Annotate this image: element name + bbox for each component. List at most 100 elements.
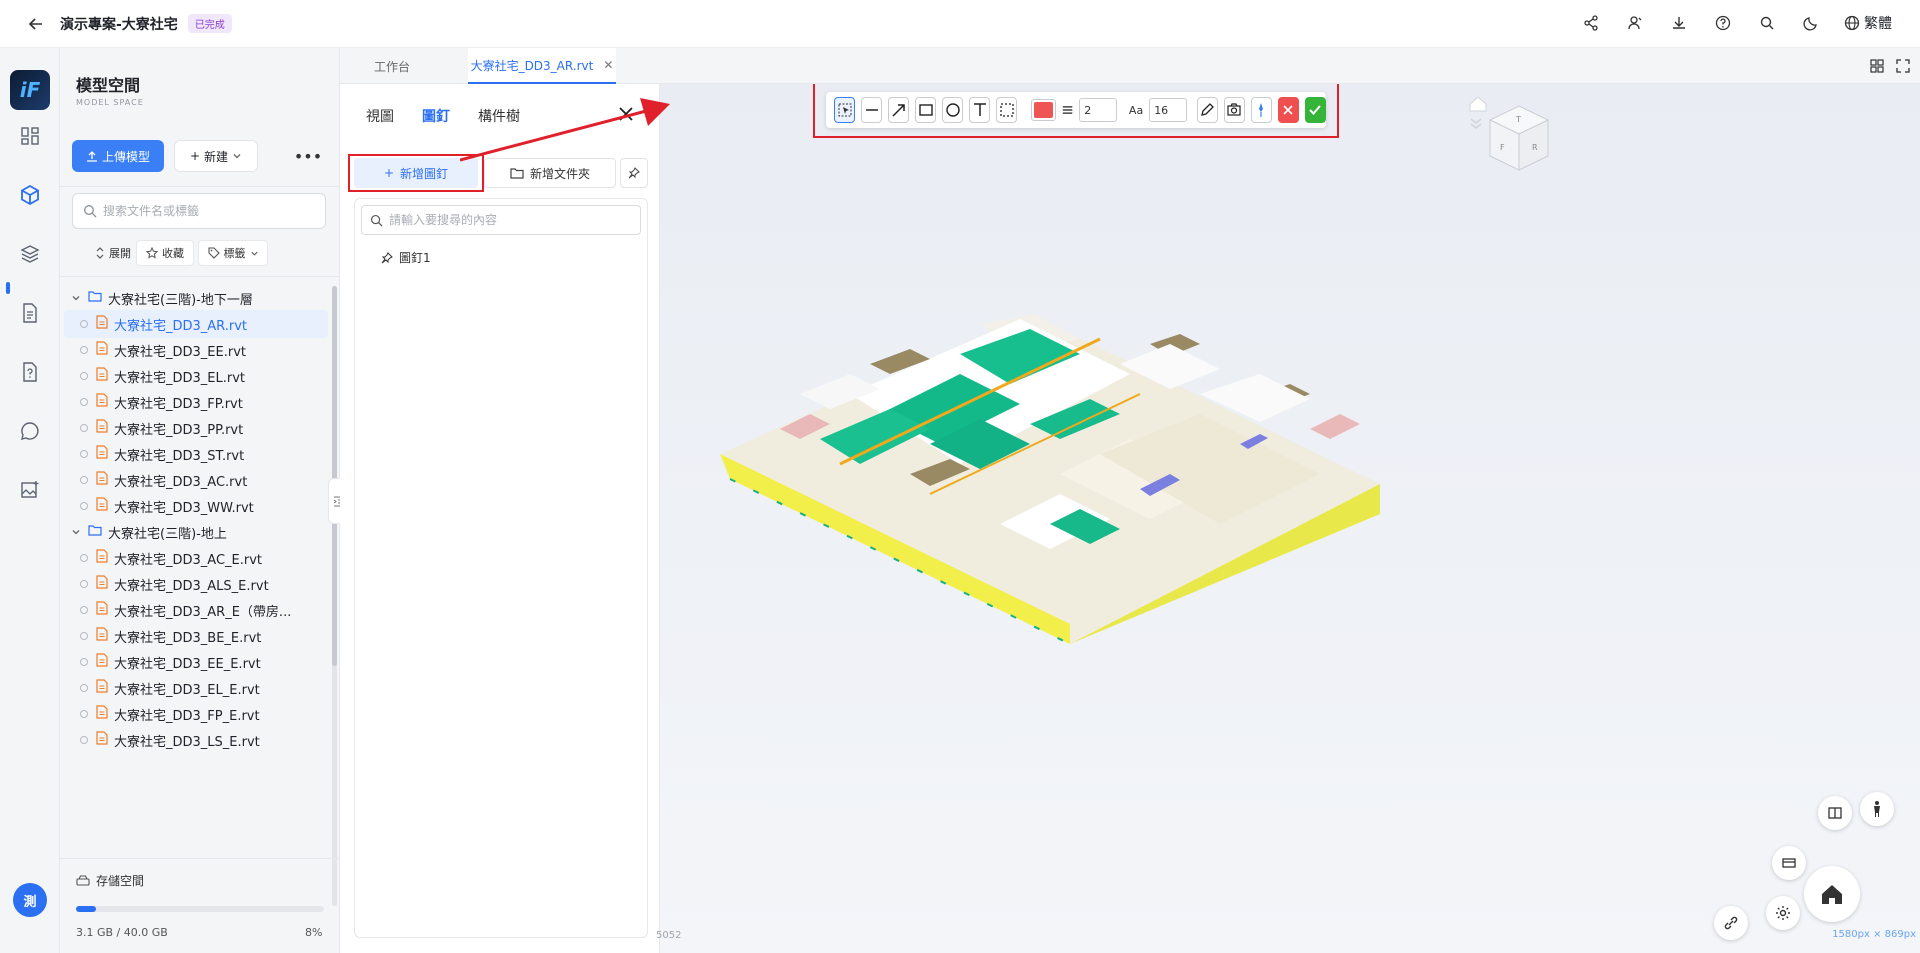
eraser-tool-button[interactable] xyxy=(1196,97,1218,123)
tab-view[interactable]: 視圖 xyxy=(366,106,394,126)
tab-workbench[interactable]: 工作台 xyxy=(340,48,444,84)
chevron-down-icon[interactable] xyxy=(70,293,82,303)
share-icon[interactable] xyxy=(1580,12,1602,34)
status-dot xyxy=(80,320,88,328)
status-dot xyxy=(80,476,88,484)
file-row[interactable]: 大寮社宅_DD3_FP_E.rvt xyxy=(64,700,328,728)
file-icon xyxy=(96,341,108,359)
document-tabs: 工作台 大寮社宅_DD3_AR.rvt ✕ xyxy=(340,48,1920,84)
file-row[interactable]: 大寮社宅_DD3_AR_E（帶房... xyxy=(64,596,328,624)
file-row[interactable]: 大寮社宅_DD3_ST.rvt xyxy=(64,440,328,468)
folder-row[interactable]: 大寮社宅(三階)-地上 xyxy=(64,518,328,546)
link-button[interactable] xyxy=(1714,906,1748,940)
screenshot-tool-button[interactable] xyxy=(1223,97,1245,123)
avatar[interactable]: 測 xyxy=(13,883,47,917)
file-tree: 大寮社宅(三階)-地下一層 大寮社宅_DD3_AR.rvt 大寮社宅_DD3_E… xyxy=(60,282,328,906)
building-model-render[interactable] xyxy=(700,224,1400,644)
file-row[interactable]: 大寮社宅_DD3_ALS_E.rvt xyxy=(64,570,328,598)
file-row[interactable]: 大寮社宅_DD3_LS_E.rvt xyxy=(64,726,328,754)
file-search-input[interactable] xyxy=(103,204,313,218)
chevron-down-icon[interactable] xyxy=(70,527,82,537)
fullscreen-icon[interactable] xyxy=(1894,57,1912,75)
download-icon[interactable] xyxy=(1668,12,1690,34)
file-search-box[interactable] xyxy=(72,193,326,229)
settings-button[interactable] xyxy=(1766,896,1800,930)
dashed-rect-icon xyxy=(999,103,1014,117)
file-row[interactable]: 大寮社宅_DD3_EE_E.rvt xyxy=(64,648,328,676)
tree-scrollbar[interactable] xyxy=(332,286,337,906)
file-question-icon[interactable] xyxy=(18,360,42,384)
language-switch[interactable]: 繁體 xyxy=(1844,13,1892,33)
file-row[interactable]: 大寮社宅_DD3_AC.rvt xyxy=(64,466,328,494)
svg-text:F: F xyxy=(1500,143,1505,152)
plus-icon: + xyxy=(189,149,201,163)
model-cube-icon[interactable] xyxy=(18,183,42,207)
document-icon[interactable] xyxy=(18,301,42,325)
split-screen-button[interactable] xyxy=(1818,796,1852,830)
file-row[interactable]: 大寮社宅_DD3_BE_E.rvt xyxy=(64,622,328,650)
pin-list-item[interactable]: 圖釘1 xyxy=(381,249,431,266)
chat-icon[interactable] xyxy=(18,419,42,443)
status-dot xyxy=(80,606,88,614)
pin-marker-button[interactable] xyxy=(1250,97,1272,123)
file-row[interactable]: 大寮社宅_DD3_PP.rvt xyxy=(64,414,328,442)
view-cube[interactable]: T F R xyxy=(1486,104,1552,174)
color-picker[interactable] xyxy=(1031,99,1057,121)
file-row[interactable]: 大寮社宅_DD3_AR.rvt xyxy=(64,310,328,338)
circle-tool-button[interactable] xyxy=(942,97,964,123)
home-view-icon[interactable] xyxy=(1468,94,1488,114)
pin-name: 圖釘1 xyxy=(399,251,431,265)
folder-name: 大寮社宅(三階)-地上 xyxy=(108,526,227,542)
home-button[interactable] xyxy=(1804,866,1860,922)
status-dot xyxy=(80,580,88,588)
more-options-icon[interactable]: ••• xyxy=(294,144,322,168)
dashboard-icon[interactable] xyxy=(18,124,42,148)
file-icon xyxy=(96,679,108,697)
text-tool-button[interactable] xyxy=(969,97,991,123)
line-width-input[interactable]: 2 xyxy=(1079,98,1117,122)
tag-filter[interactable]: 標籤 xyxy=(198,240,268,266)
file-row[interactable]: 大寮社宅_DD3_FP.rvt xyxy=(64,388,328,416)
model-viewer[interactable]: 視圖 圖釘 構件樹 + 新增圖釘 新增文件夾 圖釘1 xyxy=(340,84,1920,953)
arrow-tool-button[interactable] xyxy=(888,97,910,123)
search-icon[interactable] xyxy=(1756,12,1778,34)
confirm-button[interactable] xyxy=(1304,97,1326,123)
tab-pins[interactable]: 圖釘 xyxy=(422,106,450,126)
file-row[interactable]: 大寮社宅_DD3_AC_E.rvt xyxy=(64,544,328,572)
dark-mode-icon[interactable] xyxy=(1800,12,1822,34)
double-chevron-down-icon[interactable] xyxy=(1468,116,1484,132)
status-dot xyxy=(80,398,88,406)
help-icon[interactable] xyxy=(1712,12,1734,34)
section-box-button[interactable] xyxy=(1772,846,1806,880)
model-space-sidebar: 模型空間 MODEL SPACE 上傳模型 + 新建 ••• 展開 收藏 標籤 … xyxy=(60,48,340,953)
file-row[interactable]: 大寮社宅_DD3_EL_E.rvt xyxy=(64,674,328,702)
split-view-icon[interactable] xyxy=(1868,57,1886,75)
new-button[interactable]: + 新建 xyxy=(174,140,258,172)
cancel-button[interactable] xyxy=(1277,97,1299,123)
back-arrow-icon[interactable] xyxy=(24,12,48,36)
file-row[interactable]: 大寮社宅_DD3_EE.rvt xyxy=(64,336,328,364)
tab-model-file[interactable]: 大寮社宅_DD3_AR.rvt ✕ xyxy=(468,48,616,84)
pin-search-input[interactable] xyxy=(389,213,629,227)
area-select-tool-button[interactable] xyxy=(996,97,1018,123)
image-add-icon[interactable] xyxy=(18,478,42,502)
file-row[interactable]: 大寮社宅_DD3_EL.rvt xyxy=(64,362,328,390)
line-tool-button[interactable] xyxy=(861,97,883,123)
file-row[interactable]: 大寮社宅_DD3_WW.rvt xyxy=(64,492,328,520)
favorite-filter[interactable]: 收藏 xyxy=(136,240,194,266)
close-icon[interactable]: ✕ xyxy=(603,58,613,72)
select-tool-button[interactable] xyxy=(834,97,856,123)
font-size-input[interactable]: 16 xyxy=(1149,98,1187,122)
rectangle-icon xyxy=(918,104,933,116)
members-icon[interactable] xyxy=(1624,12,1646,34)
pin-search-box[interactable] xyxy=(361,205,641,235)
file-name: 大寮社宅_DD3_AR_E（帶房... xyxy=(114,604,292,620)
rectangle-tool-button[interactable] xyxy=(915,97,937,123)
walk-mode-button[interactable] xyxy=(1860,792,1894,826)
file-name: 大寮社宅_DD3_ST.rvt xyxy=(114,448,245,464)
folder-row[interactable]: 大寮社宅(三階)-地下一層 xyxy=(64,284,328,312)
scrollbar-thumb[interactable] xyxy=(332,286,337,666)
file-icon xyxy=(96,549,108,567)
layers-icon[interactable] xyxy=(18,242,42,266)
upload-model-button[interactable]: 上傳模型 xyxy=(72,140,164,172)
